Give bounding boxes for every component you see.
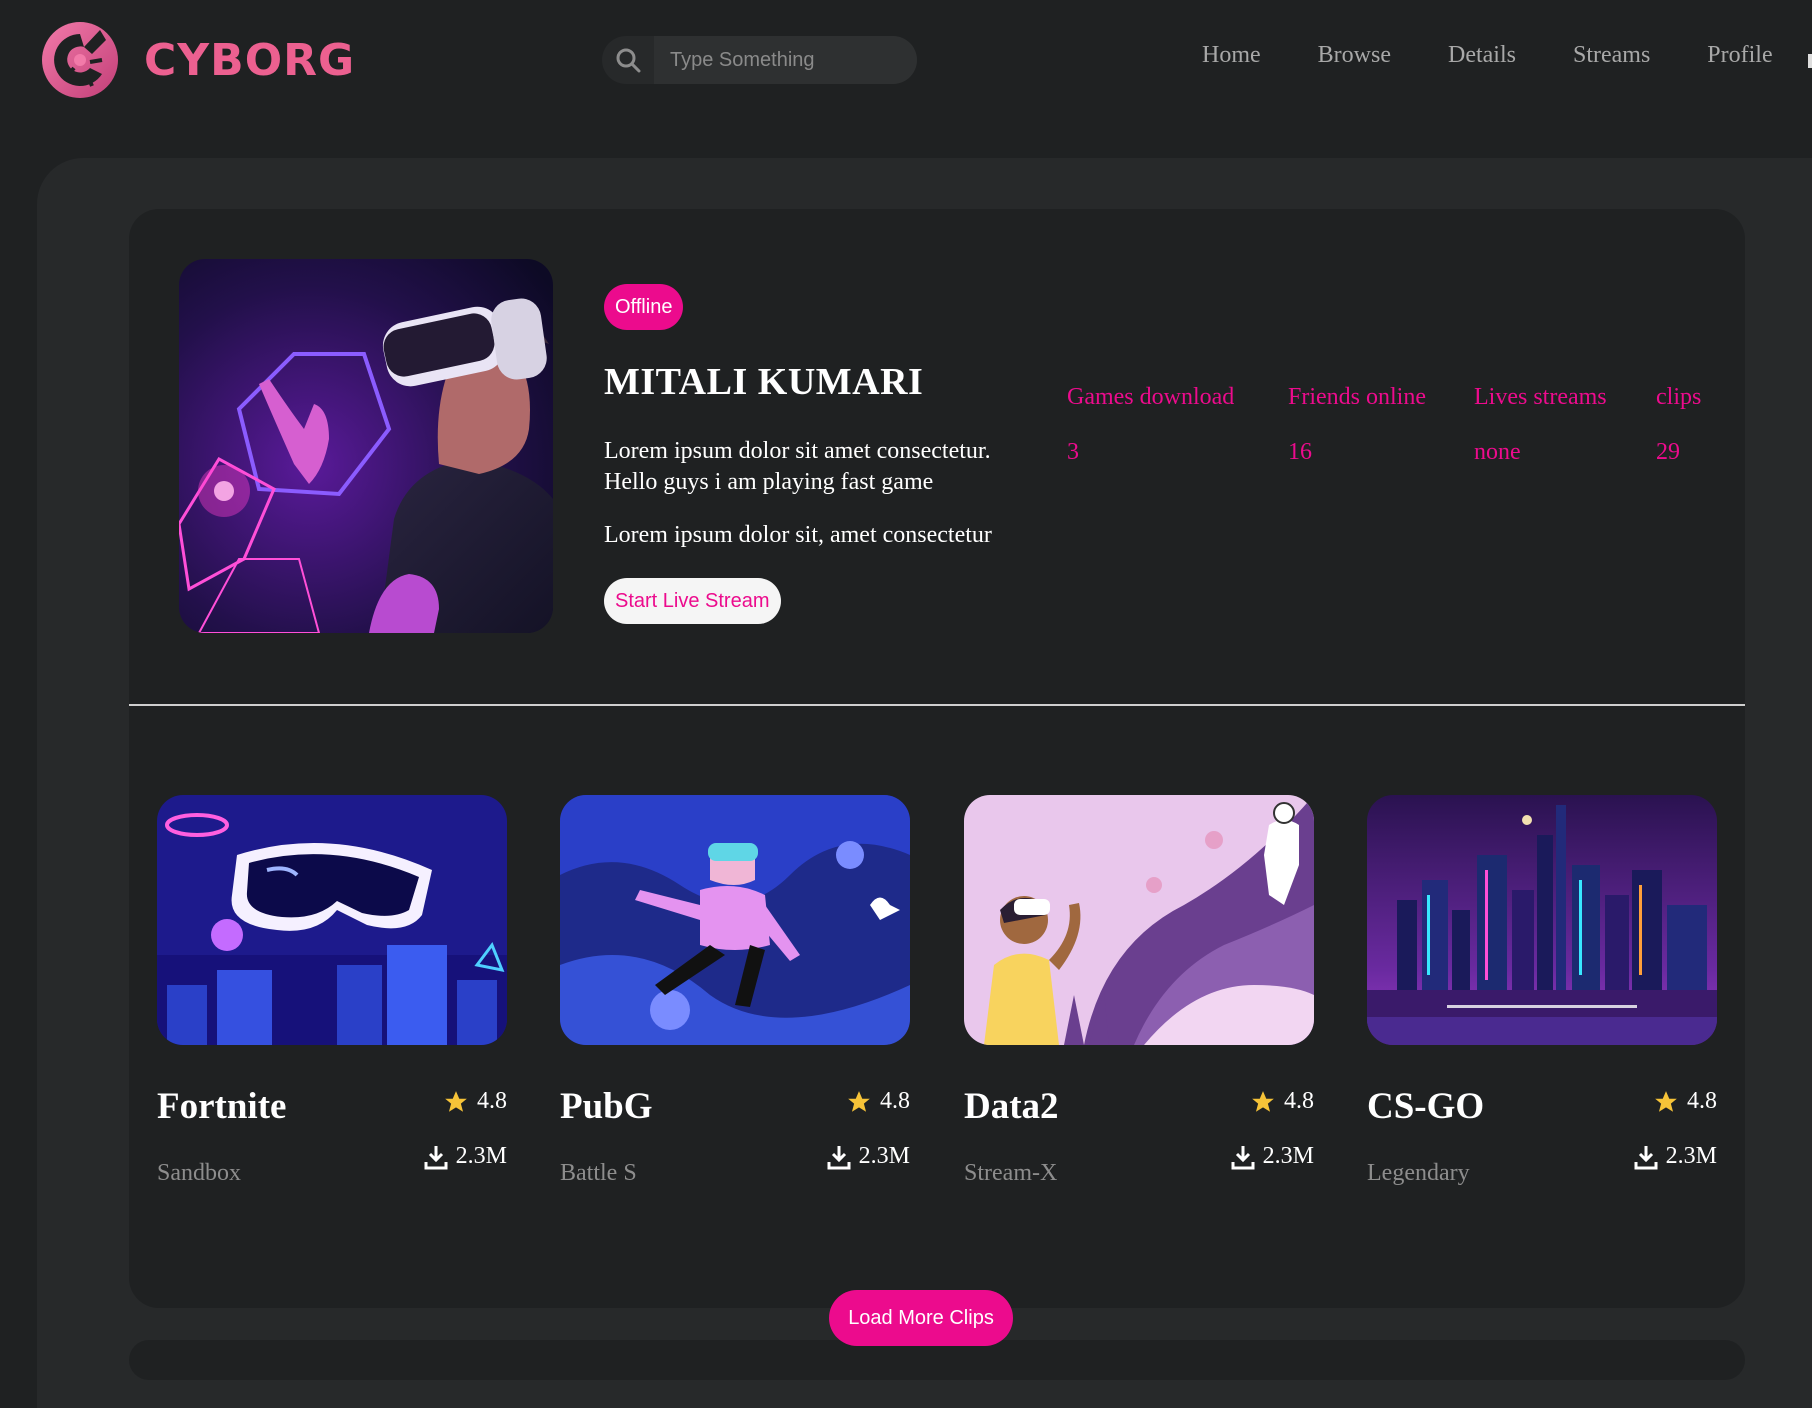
clip-downloads: 2.3M — [827, 1143, 910, 1170]
clip-thumbnail[interactable] — [964, 795, 1314, 1045]
star-icon — [1252, 1090, 1274, 1112]
clip-thumbnail[interactable] — [560, 795, 910, 1045]
clip-card[interactable]: Data2 Stream-X 4.8 2.3M — [964, 795, 1314, 1186]
stat-label: clips — [1656, 384, 1702, 410]
start-live-stream-button[interactable]: Start Live Stream — [604, 578, 781, 624]
clip-rating: 4.8 — [1653, 1088, 1717, 1115]
clip-title[interactable]: PubG — [560, 1085, 653, 1128]
clip-genre: Battle S — [560, 1160, 637, 1186]
rating-value: 4.8 — [1284, 1088, 1314, 1114]
star-icon — [1655, 1090, 1677, 1112]
logo[interactable]: CYBORG — [40, 20, 355, 100]
status-badge: Offline — [604, 284, 684, 330]
search-field-wrap — [654, 36, 917, 84]
clip-genre: Stream-X — [964, 1160, 1058, 1186]
clip-downloads: 2.3M — [1231, 1143, 1314, 1170]
stat-value: 29 — [1656, 439, 1680, 465]
search-bar — [602, 36, 917, 84]
profile-description: Lorem ipsum dolor sit amet consectetur. … — [604, 438, 991, 495]
logo-icon — [42, 22, 118, 98]
clip-thumbnail[interactable] — [157, 795, 507, 1045]
load-more-clips-button[interactable]: Load More Clips — [829, 1290, 1013, 1346]
clip-title[interactable]: Data2 — [964, 1085, 1059, 1128]
search-input[interactable] — [668, 47, 917, 73]
stat-value: none — [1474, 439, 1521, 465]
nav-home[interactable]: Home — [1202, 42, 1261, 69]
stat-label: Friends online — [1288, 384, 1426, 410]
downloads-value: 2.3M — [1262, 1143, 1314, 1169]
nav-profile[interactable]: Profile — [1707, 42, 1772, 69]
main-nav: Home Browse Details Streams Profile — [1202, 42, 1773, 69]
nav-browse[interactable]: Browse — [1318, 42, 1391, 69]
nav-details[interactable]: Details — [1448, 42, 1516, 69]
nav-overflow-edge — [1808, 54, 1812, 68]
clip-card[interactable]: CS-GO Legendary 4.8 2.3M — [1367, 795, 1717, 1186]
download-icon — [1231, 1145, 1255, 1169]
clip-card[interactable]: Fortnite Sandbox 4.8 2.3M — [157, 795, 507, 1186]
downloads-value: 2.3M — [1665, 1143, 1717, 1169]
clip-downloads: 2.3M — [1634, 1143, 1717, 1170]
download-icon — [827, 1145, 851, 1169]
clip-thumbnail[interactable] — [1367, 795, 1717, 1045]
star-icon — [445, 1090, 467, 1112]
clip-rating: 4.8 — [1250, 1088, 1314, 1115]
profile-avatar — [179, 259, 553, 633]
profile-description-secondary: Lorem ipsum dolor sit, amet consectetur — [604, 522, 992, 548]
search-icon[interactable] — [602, 36, 654, 84]
stat-value: 16 — [1288, 439, 1312, 465]
clip-rating: 4.8 — [443, 1088, 507, 1115]
clip-title[interactable]: Fortnite — [157, 1085, 286, 1128]
rating-value: 4.8 — [880, 1088, 910, 1114]
header: CYBORG Home Browse Details Streams Profi… — [0, 0, 1812, 120]
clip-downloads: 2.3M — [424, 1143, 507, 1170]
stat-value: 3 — [1067, 439, 1079, 465]
clip-rating: 4.8 — [846, 1088, 910, 1115]
brand-name: CYBORG — [144, 34, 356, 86]
star-icon — [848, 1090, 870, 1112]
section-divider — [129, 704, 1745, 706]
rating-value: 4.8 — [477, 1088, 507, 1114]
stat-label: Games download — [1067, 384, 1235, 410]
download-icon — [424, 1145, 448, 1169]
clip-genre: Sandbox — [157, 1160, 241, 1186]
clip-card[interactable]: PubG Battle S 4.8 2.3M — [560, 795, 910, 1186]
download-icon — [1634, 1145, 1658, 1169]
downloads-value: 2.3M — [858, 1143, 910, 1169]
clip-genre: Legendary — [1367, 1160, 1470, 1186]
stat-label: Lives streams — [1474, 384, 1607, 410]
next-panel-edge — [129, 1340, 1745, 1380]
profile-name: MITALI KUMARI — [604, 361, 924, 403]
nav-streams[interactable]: Streams — [1573, 42, 1650, 69]
downloads-value: 2.3M — [455, 1143, 507, 1169]
rating-value: 4.8 — [1687, 1088, 1717, 1114]
clip-title[interactable]: CS-GO — [1367, 1085, 1484, 1128]
